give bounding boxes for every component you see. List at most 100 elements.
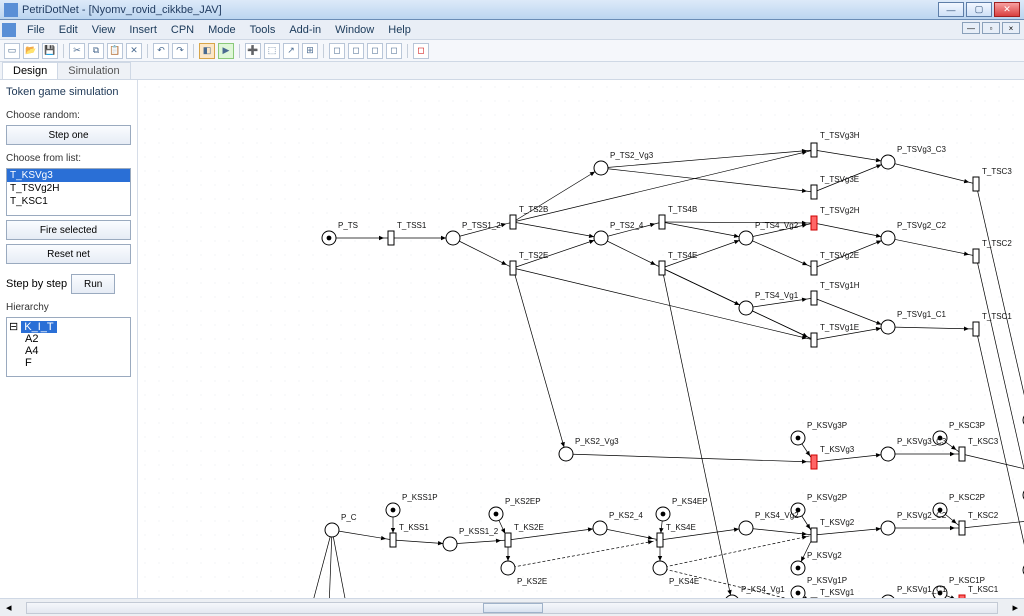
svg-text:P_KS4_Vg1: P_KS4_Vg1 [741,585,785,594]
menu-tools[interactable]: Tools [243,22,283,38]
list-item[interactable]: T_KSC1 [7,195,130,208]
add-place-icon[interactable]: ➕ [245,43,261,59]
scrollbar-thumb[interactable] [483,603,543,613]
sidebar: Token game simulation Choose random: Ste… [0,80,138,598]
svg-text:T_TS2B: T_TS2B [519,205,548,214]
choose-random-label: Choose random: [6,110,131,121]
svg-text:T_TS4B: T_TS4B [668,205,697,214]
hierarchy-label: Hierarchy [6,302,131,313]
hierarchy-child[interactable]: A2 [9,333,128,345]
mdi-restore[interactable]: ▫ [982,22,1000,34]
svg-text:T_TSVg2E: T_TSVg2E [820,251,859,260]
tab-strip: Design Simulation [0,62,1024,80]
tab-design[interactable]: Design [2,62,58,79]
menu-file[interactable]: File [20,22,52,38]
menu-help[interactable]: Help [381,22,418,38]
menu-insert[interactable]: Insert [122,22,164,38]
svg-text:P_TS: P_TS [338,221,358,230]
reset-net-button[interactable]: Reset net [6,244,131,264]
step-one-button[interactable]: Step one [6,125,131,145]
svg-text:P_TSVg3_C3: P_TSVg3_C3 [897,145,946,154]
paste-icon[interactable]: 📋 [107,43,123,59]
petri-net-svg[interactable]: P_TST_TSS1P_TSS1_2T_TS2BT_TS2EP_TS2_Vg3P… [138,80,1024,598]
list-item[interactable]: T_TSVg2H [7,182,130,195]
svg-text:P_KS2_Vg3: P_KS2_Vg3 [575,437,619,446]
sel-a-icon[interactable]: ◻ [329,43,345,59]
copy-icon[interactable]: ⧉ [88,43,104,59]
svg-text:P_KSC3P: P_KSC3P [949,421,985,430]
svg-text:P_KS2_4: P_KS2_4 [609,511,643,520]
maximize-button[interactable]: ▢ [966,2,992,17]
menu-bar: File Edit View Insert CPN Mode Tools Add… [0,20,1024,40]
hierarchy-child[interactable]: F [9,357,128,369]
svg-text:T_TSC1: T_TSC1 [982,312,1012,321]
hierarchy-root[interactable]: K_I_T [21,321,56,333]
save-icon[interactable]: 💾 [42,43,58,59]
minimize-button[interactable]: — [938,2,964,17]
run-button[interactable]: Run [71,274,115,294]
new-icon[interactable]: ▭ [4,43,20,59]
menu-edit[interactable]: Edit [52,22,85,38]
doc-icon [2,23,16,37]
menu-addin[interactable]: Add-in [282,22,328,38]
svg-text:P_TSVg1_C1: P_TSVg1_C1 [897,310,946,319]
svg-text:P_KSVg1_C1: P_KSVg1_C1 [897,585,947,594]
cut-icon[interactable]: ✂ [69,43,85,59]
transition-listbox[interactable]: T_KSVg3 T_TSVg2H T_KSC1 [6,168,131,216]
add-trans-icon[interactable]: ⬚ [264,43,280,59]
svg-text:P_C: P_C [341,513,357,522]
mdi-minimize[interactable]: — [962,22,980,34]
hierarchy-child[interactable]: A4 [9,345,128,357]
svg-text:P_KS4E: P_KS4E [669,577,699,586]
canvas[interactable]: P_TST_TSS1P_TSS1_2T_TS2BT_TS2EP_TS2_Vg3P… [138,80,1024,598]
mode-a-icon[interactable]: ◧ [199,43,215,59]
svg-text:T_TSVg3E: T_TSVg3E [820,175,859,184]
undo-icon[interactable]: ↶ [153,43,169,59]
svg-text:T_TS4E: T_TS4E [668,251,697,260]
status-bar: ◂ ▸ [0,598,1024,616]
menu-cpn[interactable]: CPN [164,22,201,38]
toolbar: ▭ 📂 💾 ✂ ⧉ 📋 ✕ ↶ ↷ ◧ ▶ ➕ ⬚ ↗ ⊞ ◻ ◻ ◻ ◻ ◻ [0,40,1024,62]
svg-text:T_KS2E: T_KS2E [514,523,544,532]
grid-icon[interactable]: ⊞ [302,43,318,59]
add-arc-icon[interactable]: ↗ [283,43,299,59]
svg-text:P_KS4EP: P_KS4EP [672,497,708,506]
svg-text:T_TSVg3H: T_TSVg3H [820,131,860,140]
svg-text:P_TS4_Vg2: P_TS4_Vg2 [755,221,799,230]
open-icon[interactable]: 📂 [23,43,39,59]
sel-e-icon[interactable]: ◻ [413,43,429,59]
svg-text:P_TSS1_2: P_TSS1_2 [462,221,501,230]
play-icon[interactable]: ▶ [218,43,234,59]
mdi-close[interactable]: × [1002,22,1020,34]
svg-text:T_TS2E: T_TS2E [519,251,548,260]
tab-simulation[interactable]: Simulation [57,62,130,79]
scroll-left-icon[interactable]: ◂ [6,601,12,614]
title-bar: PetriDotNet - [Nyomv_rovid_cikkbe_JAV] —… [0,0,1024,20]
svg-text:T_KSC1: T_KSC1 [968,585,999,594]
scroll-right-icon[interactable]: ▸ [1012,601,1018,614]
sel-b-icon[interactable]: ◻ [348,43,364,59]
sel-d-icon[interactable]: ◻ [386,43,402,59]
svg-text:P_TS2_4: P_TS2_4 [610,221,644,230]
svg-text:P_KSVg2: P_KSVg2 [807,551,842,560]
svg-text:T_KSVg3: T_KSVg3 [820,445,855,454]
close-button[interactable]: ✕ [994,2,1020,17]
redo-icon[interactable]: ↷ [172,43,188,59]
menu-window[interactable]: Window [328,22,381,38]
fire-selected-button[interactable]: Fire selected [6,220,131,240]
list-item[interactable]: T_KSVg3 [7,169,130,182]
svg-text:P_TSVg2_C2: P_TSVg2_C2 [897,221,946,230]
menu-mode[interactable]: Mode [201,22,243,38]
svg-text:P_KSS1_2: P_KSS1_2 [459,527,499,536]
sel-c-icon[interactable]: ◻ [367,43,383,59]
menu-view[interactable]: View [85,22,123,38]
horizontal-scrollbar[interactable] [26,602,999,614]
svg-text:T_KSC2: T_KSC2 [968,511,999,520]
svg-text:T_TSC2: T_TSC2 [982,239,1012,248]
delete-icon[interactable]: ✕ [126,43,142,59]
svg-text:T_TSS1: T_TSS1 [397,221,427,230]
window-title: PetriDotNet - [Nyomv_rovid_cikkbe_JAV] [22,4,938,16]
choose-list-label: Choose from list: [6,153,131,164]
svg-text:P_KS2E: P_KS2E [517,577,547,586]
hierarchy-tree[interactable]: ⊟ K_I_T A2 A4 F [6,317,131,377]
